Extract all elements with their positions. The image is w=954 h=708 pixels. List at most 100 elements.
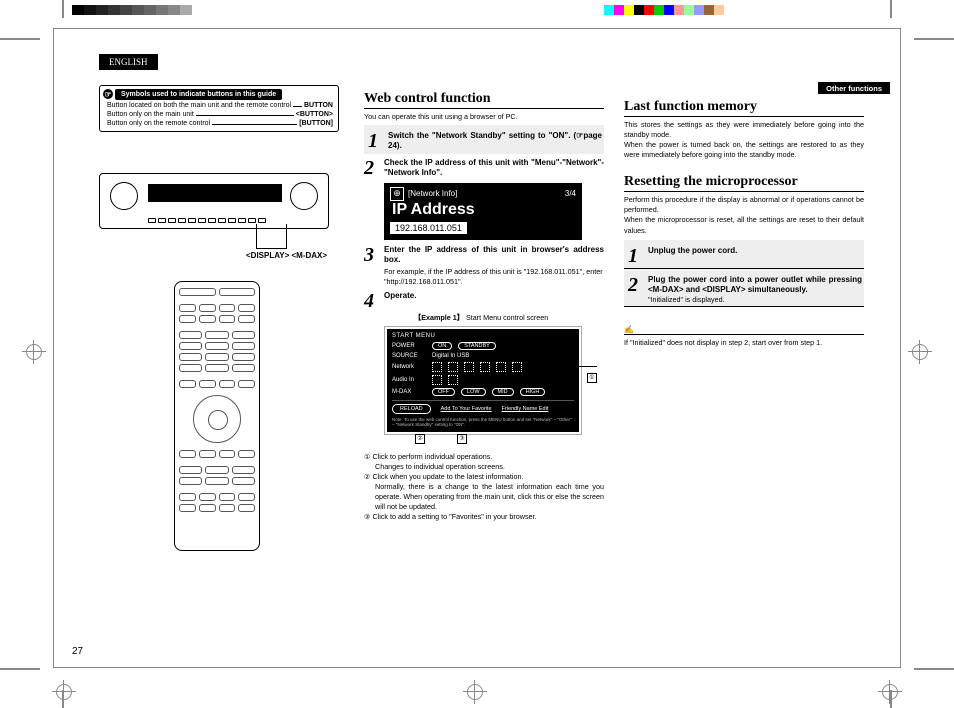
reset-s2: Plug the power cord into a power outlet … xyxy=(648,275,862,296)
web-intro: You can operate this unit using a browse… xyxy=(364,112,604,122)
sym-row-l: Button only on the remote control xyxy=(107,120,210,127)
step-num: 1 xyxy=(368,131,382,152)
heading-reset: Resetting the microprocessor xyxy=(624,174,864,192)
menu-audio-icon[interactable] xyxy=(448,375,458,385)
symbols-title: ☞ Symbols used to indicate buttons in th… xyxy=(115,89,282,100)
step-2-text: Check the IP address of this unit with "… xyxy=(384,158,604,179)
reset-note: If "Initialized" does not display in ste… xyxy=(624,338,864,348)
crop-mark xyxy=(0,38,40,40)
step-num: 2 xyxy=(628,275,642,296)
registration-mark xyxy=(22,340,46,364)
device-display xyxy=(148,184,282,202)
sym-row-l: Button located on both the main unit and… xyxy=(107,102,291,109)
example-bold: 【Example 1】 xyxy=(414,313,464,322)
step-num: 3 xyxy=(364,245,378,266)
callout-3: ③ xyxy=(457,434,467,444)
heading-web: Web control function xyxy=(364,91,604,109)
step-num: 4 xyxy=(364,291,378,311)
sym-line xyxy=(293,106,302,109)
menu-note-text: To use the web control function, press t… xyxy=(392,417,572,427)
callout-2: ② xyxy=(415,434,425,444)
crop-mark xyxy=(914,668,954,670)
step-1-box: 1 Switch the "Network Standby" setting to… xyxy=(364,125,604,154)
color-bar xyxy=(604,5,724,15)
page: ENGLISH Other functions ☞ Symbols used t… xyxy=(53,28,901,668)
menu-fav-link[interactable]: Add To Your Favorite xyxy=(441,406,492,412)
crop-mark xyxy=(914,38,954,40)
menu-reload[interactable]: RELOAD xyxy=(392,404,431,414)
ip-hdr: [Network Info] xyxy=(408,189,457,198)
heading-last: Last function memory xyxy=(624,99,864,117)
menu-network-icon[interactable] xyxy=(480,362,490,372)
symbols-box: ☞ Symbols used to indicate buttons in th… xyxy=(99,85,339,132)
device-label: <DISPLAY> <M-DAX> xyxy=(246,251,327,260)
callout-1: ① xyxy=(587,373,597,383)
reset-s1: Unplug the power cord. xyxy=(648,246,862,266)
menu-mdax-lbl: M-DAX xyxy=(392,389,426,395)
step-1-text: Switch the "Network Standby" setting to … xyxy=(388,131,602,152)
col-right: Last function memory This stores the set… xyxy=(624,91,864,348)
device-knob xyxy=(110,182,138,210)
sym-row-l: Button only on the main unit xyxy=(107,111,194,118)
remote-illustration xyxy=(174,281,260,551)
menu-network-lbl: Network xyxy=(392,364,426,370)
ip-page: 3/4 xyxy=(565,189,576,198)
sym-line xyxy=(212,124,297,127)
menu-source-lbl: SOURCE xyxy=(392,353,426,359)
menu-audio-lbl: Audio In xyxy=(392,377,426,383)
device-buttons xyxy=(148,218,266,223)
menu-header: START MENU xyxy=(392,333,574,339)
menu-network-icon[interactable] xyxy=(464,362,474,372)
menu-high[interactable]: HIGH xyxy=(520,388,546,396)
menu-network-icon[interactable] xyxy=(512,362,522,372)
menu-low[interactable]: LOW xyxy=(461,388,486,396)
callout-line xyxy=(579,366,597,367)
menu-source-val: Digital In USB xyxy=(432,353,469,359)
step-3-sub: For example, if the IP address of this u… xyxy=(384,267,604,286)
note-icon: ✍ xyxy=(624,325,864,334)
menu-standby[interactable]: STANDBY xyxy=(458,342,496,350)
sym-row-r: BUTTON xyxy=(304,102,333,109)
example-text: Start Menu control screen xyxy=(466,313,548,322)
last-p1: This stores the settings as they were im… xyxy=(624,120,864,140)
menu-mid[interactable]: MID xyxy=(492,388,514,396)
menu-power-lbl: POWER xyxy=(392,343,426,349)
hand-icon: ☞ xyxy=(102,88,114,100)
menu-off[interactable]: OFF xyxy=(432,388,455,396)
registration-mark xyxy=(52,680,76,704)
leader-line xyxy=(256,248,286,249)
step-3-text: Enter the IP address of this unit in bro… xyxy=(384,245,604,266)
note-2a: ② Click when you update to the latest in… xyxy=(364,472,604,482)
sym-line xyxy=(196,115,294,118)
menu-network-icon[interactable] xyxy=(448,362,458,372)
reset-p1: Perform this procedure if the display is… xyxy=(624,195,864,215)
menu-network-icon[interactable] xyxy=(432,362,442,372)
device-knob xyxy=(290,182,318,210)
crop-mark xyxy=(890,0,892,18)
network-icon: ⊕ xyxy=(390,187,404,201)
sym-row-r: [BUTTON] xyxy=(299,120,333,127)
web-notes: ① Click to perform individual operations… xyxy=(364,452,604,523)
sym-row-r: <BUTTON> xyxy=(296,111,333,118)
note-1b: Changes to individual operation screens. xyxy=(375,462,604,472)
crop-mark xyxy=(62,0,64,18)
page-number: 27 xyxy=(72,646,83,657)
registration-mark xyxy=(878,680,902,704)
step-num: 2 xyxy=(364,158,378,179)
ip-label: IP Address xyxy=(392,201,576,219)
col-center: Web control function You can operate thi… xyxy=(364,91,604,522)
menu-example: START MENU POWER ON STANDBY SOURCE Digital … xyxy=(384,326,582,435)
symbols-title-text: Symbols used to indicate buttons in this… xyxy=(121,91,276,98)
ip-value: 192.168.011.051 xyxy=(390,222,467,234)
menu-on[interactable]: ON xyxy=(432,342,452,350)
registration-mark xyxy=(463,680,487,704)
menu-fname-link[interactable]: Friendly Name Edit xyxy=(502,406,549,412)
leader-line xyxy=(256,224,257,249)
device-illustration xyxy=(99,173,329,229)
last-p2: When the power is turned back on, the se… xyxy=(624,140,864,160)
menu-audio-icon[interactable] xyxy=(432,375,442,385)
language-tab: ENGLISH xyxy=(99,54,158,70)
ip-display: ⊕ [Network Info] 3/4 IP Address 192.168.0… xyxy=(384,183,582,240)
step-num: 1 xyxy=(628,246,642,266)
menu-network-icon[interactable] xyxy=(496,362,506,372)
